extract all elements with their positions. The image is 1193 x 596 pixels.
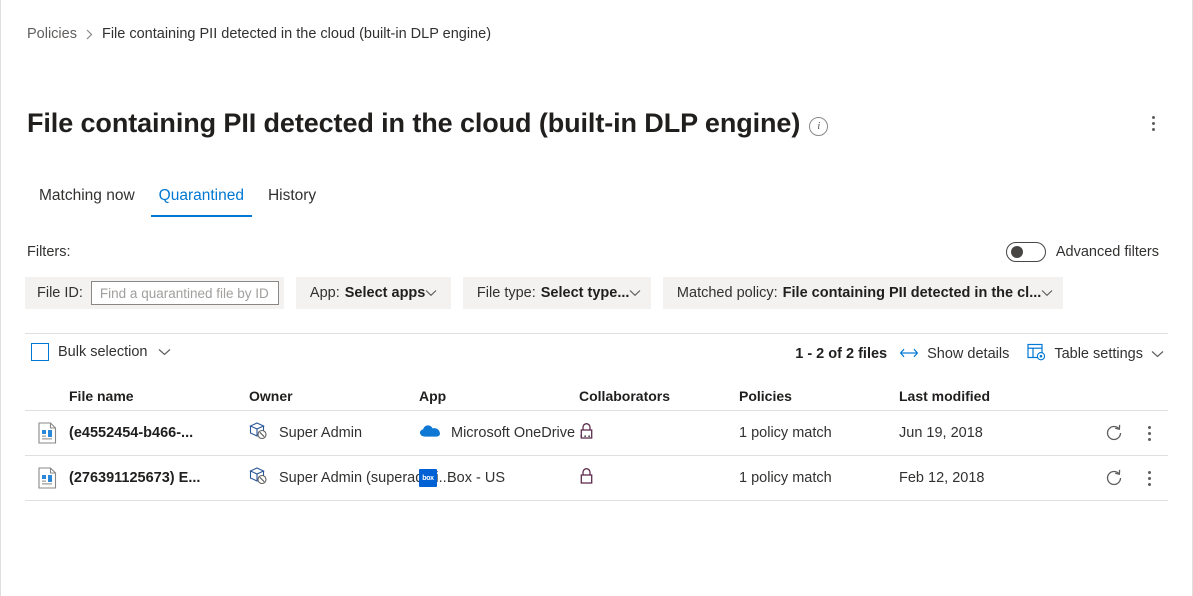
filter-matched-policy-value: File containing PII detected in the cl..… (783, 285, 1042, 301)
results-count: 1 - 2 of 2 files (795, 346, 887, 362)
cell-collaborators (579, 467, 739, 489)
app-name-text: Box - US (447, 470, 505, 486)
advanced-filters-group: Advanced filters (1006, 242, 1159, 262)
cell-last-modified: Feb 12, 2018 (899, 470, 1079, 486)
breadcrumb-item-policies[interactable]: Policies (27, 25, 77, 43)
last-modified-text: Jun 19, 2018 (899, 425, 983, 441)
filter-file-type-value: Select type... (541, 285, 630, 301)
tab-history[interactable]: History (260, 186, 324, 217)
tab-quarantined[interactable]: Quarantined (151, 186, 252, 217)
owner-name-text: Super Admin (279, 425, 362, 441)
cell-owner: Super Admin (superadmi... (249, 467, 419, 489)
breadcrumb: Policies File containing PII detected in… (27, 25, 491, 43)
cell-app: Microsoft OneDrive ... (419, 424, 579, 442)
chevron-down-icon (1151, 350, 1164, 358)
advanced-filters-label: Advanced filters (1056, 244, 1159, 260)
filter-matched-policy[interactable]: Matched policy: File containing PII dete… (663, 277, 1063, 309)
cell-policies: 1 policy match (739, 470, 899, 486)
column-header-policies: Policies (739, 388, 899, 404)
table-row[interactable]: (e4552454-b466-... Super Admin (25, 410, 1168, 455)
cell-file-name: (e4552454-b466-... (69, 425, 249, 441)
column-header-app: App (419, 388, 579, 404)
show-details-label: Show details (927, 346, 1009, 362)
page-title: File containing PII detected in the clou… (27, 105, 800, 141)
breadcrumb-separator-icon (86, 29, 93, 40)
cell-owner: Super Admin (249, 422, 419, 444)
filter-file-type-label: File type: (477, 285, 536, 301)
cell-file-name: (276391125673) E... (69, 470, 249, 486)
cell-policies: 1 policy match (739, 425, 899, 441)
page-root: Policies File containing PII detected in… (0, 0, 1193, 596)
table-settings-icon (1027, 343, 1046, 365)
lock-icon (579, 467, 594, 489)
table-bottom-divider (25, 500, 1168, 501)
box-icon: box (419, 469, 437, 487)
chevron-down-icon (1041, 289, 1053, 297)
filter-app-label: App: (310, 285, 340, 301)
table-settings-button[interactable]: Table settings (1027, 343, 1164, 365)
app-name-text: Microsoft OneDrive ... (451, 425, 591, 441)
filter-app[interactable]: App: Select apps (296, 277, 451, 309)
chevron-down-icon (629, 289, 641, 297)
title-row: File containing PII detected in the clou… (27, 105, 1166, 141)
bulk-selection-control[interactable]: Bulk selection (31, 343, 171, 361)
file-name-text: (276391125673) E... (69, 470, 200, 486)
filter-file-id: File ID: (25, 277, 284, 309)
table-settings-label: Table settings (1054, 346, 1143, 362)
policies-text: 1 policy match (739, 470, 832, 486)
filters-label: Filters: (27, 244, 71, 260)
chevron-down-icon (425, 289, 437, 297)
page-more-options-icon[interactable] (1140, 110, 1166, 136)
table-toolbar-right: 1 - 2 of 2 files Show details (795, 343, 1164, 365)
row-more-options-icon[interactable] (1138, 422, 1160, 444)
bulk-selection-label: Bulk selection (58, 344, 147, 360)
quarantined-files-table: File name Owner App Collaborators Polici… (25, 382, 1168, 501)
file-name-text: (e4552454-b466-... (69, 425, 193, 441)
table-header-row: File name Owner App Collaborators Polici… (25, 382, 1168, 410)
file-type-icon (25, 422, 69, 444)
filter-file-type[interactable]: File type: Select type... (463, 277, 651, 309)
chevron-down-icon[interactable] (158, 348, 171, 356)
restore-icon[interactable] (1104, 468, 1124, 488)
lock-icon (579, 422, 594, 444)
filter-app-value: Select apps (345, 285, 426, 301)
table-row[interactable]: (276391125673) E... Super Admin (superad… (25, 455, 1168, 500)
cell-collaborators (579, 422, 739, 444)
info-icon[interactable]: i (809, 117, 828, 136)
column-header-collaborators: Collaborators (579, 388, 739, 404)
cell-last-modified: Jun 19, 2018 (899, 425, 1079, 441)
toolbar-divider (25, 333, 1168, 334)
show-details-button[interactable]: Show details (899, 346, 1009, 362)
owner-cube-icon (249, 467, 267, 489)
file-type-icon (25, 467, 69, 489)
onedrive-icon (419, 424, 441, 442)
column-header-last-modified: Last modified (899, 388, 1079, 404)
file-id-label: File ID: (37, 285, 83, 301)
column-header-file-name: File name (69, 388, 249, 404)
filter-bar: File ID: App: Select apps File type: Sel… (25, 277, 1063, 309)
cell-app: box Box - US (419, 469, 579, 487)
breadcrumb-item-current[interactable]: File containing PII detected in the clou… (102, 25, 491, 43)
restore-icon[interactable] (1104, 423, 1124, 443)
expand-arrows-icon (899, 346, 919, 362)
bulk-selection-checkbox[interactable] (31, 343, 49, 361)
policies-text: 1 policy match (739, 425, 832, 441)
tab-matching-now[interactable]: Matching now (31, 186, 143, 217)
advanced-filters-toggle[interactable] (1006, 242, 1046, 262)
owner-cube-icon (249, 422, 267, 444)
tab-list: Matching now Quarantined History (31, 186, 324, 217)
cell-actions (1079, 422, 1168, 444)
file-id-input[interactable] (91, 281, 279, 305)
column-header-owner: Owner (249, 388, 419, 404)
last-modified-text: Feb 12, 2018 (899, 470, 984, 486)
row-more-options-icon[interactable] (1138, 467, 1160, 489)
cell-actions (1079, 467, 1168, 489)
filter-matched-policy-label: Matched policy: (677, 285, 778, 301)
